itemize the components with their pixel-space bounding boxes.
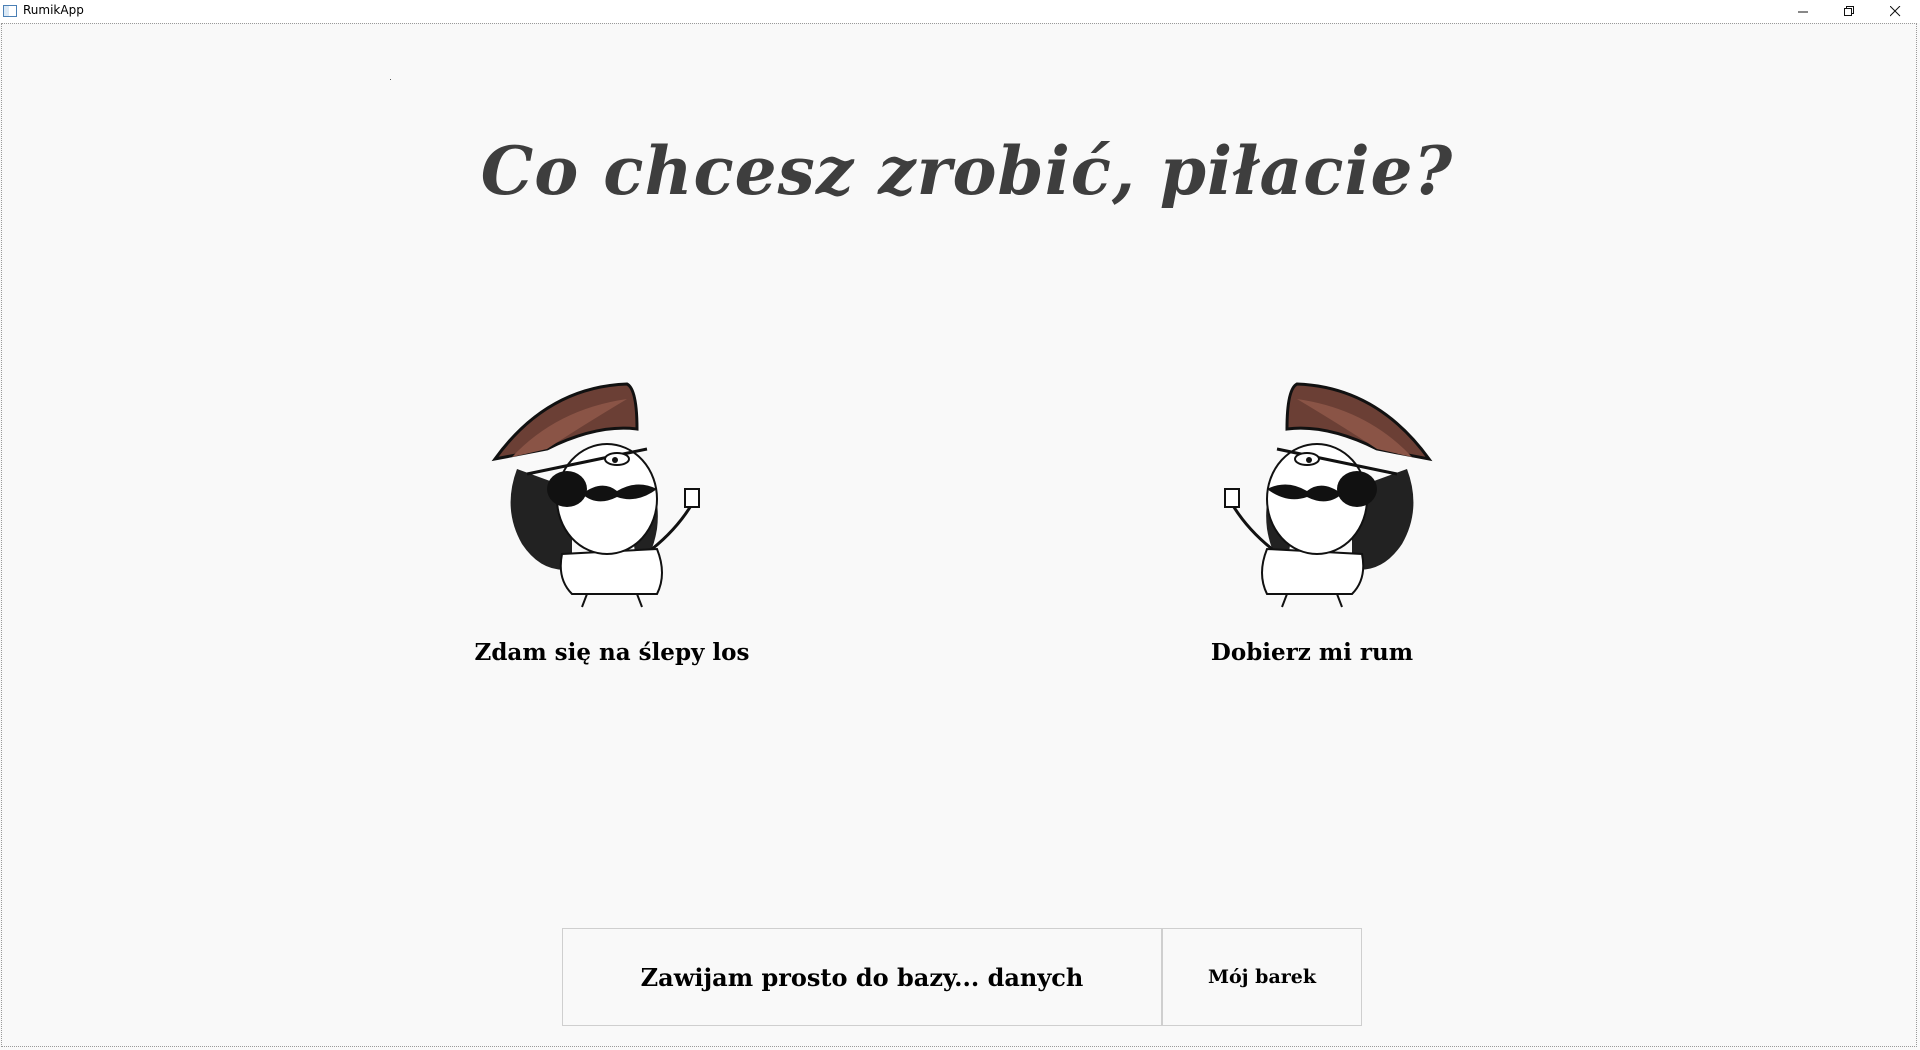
minimize-icon: [1797, 11, 1808, 12]
pirate-icon: [1224, 382, 1433, 608]
page-heading: Co chcesz zrobić, piłacie?: [480, 132, 1454, 210]
main-content: Co chcesz zrobić, piłacie? Zdam się na ś…: [1, 23, 1917, 1047]
close-button[interactable]: [1872, 0, 1918, 22]
my-bar-button[interactable]: Mój barek: [1162, 928, 1362, 1026]
choose-rum-option[interactable]: Dobierz mi rum: [1162, 379, 1462, 679]
restore-button[interactable]: [1826, 0, 1872, 22]
choose-rum-label: Dobierz mi rum: [1210, 639, 1414, 666]
window-title: RumikApp: [23, 3, 84, 17]
random-rum-label: Zdam się na ślepy los: [474, 639, 750, 666]
close-icon: [1889, 5, 1900, 16]
title-bar: RumikApp: [0, 0, 1920, 23]
app-icon: [3, 5, 17, 17]
pirate-icon: [491, 382, 700, 608]
database-button[interactable]: Zawijam prosto do bazy... danych: [562, 928, 1162, 1026]
restore-icon: [1843, 5, 1854, 16]
random-rum-option[interactable]: Zdam się na ślepy los: [462, 379, 762, 679]
stray-dot: [390, 79, 391, 80]
minimize-button[interactable]: [1780, 0, 1826, 22]
app-window: RumikApp Co chcesz zrobić, piłacie? Zdam…: [0, 0, 1920, 1050]
